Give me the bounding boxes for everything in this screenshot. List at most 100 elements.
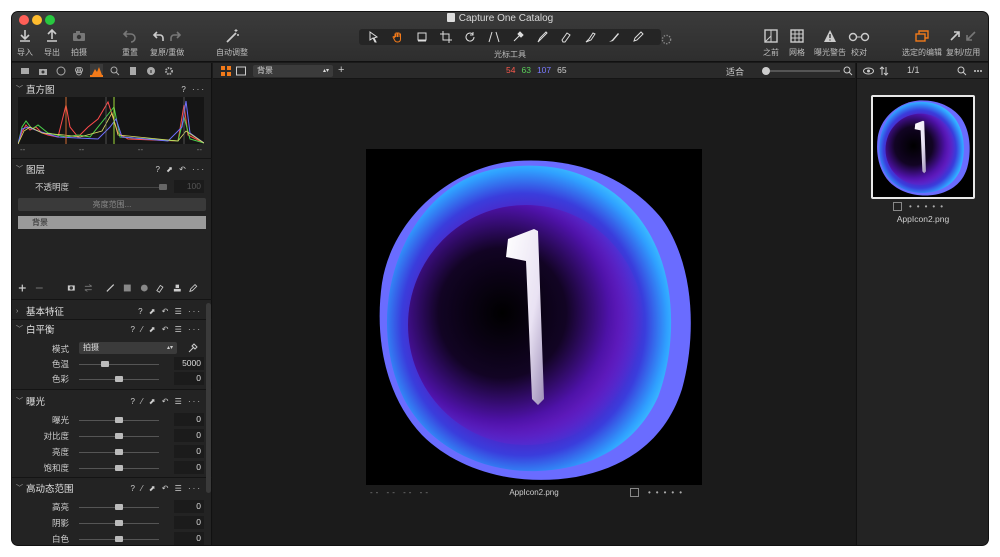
basic-section-header[interactable]: › 基本特征 ? ⬈ ↶ ☰ ···	[12, 303, 212, 319]
kelvin-slider-knob[interactable]	[101, 361, 109, 367]
layer-item-background[interactable]: 背景	[18, 216, 206, 229]
white-slider-knob[interactable]	[115, 536, 123, 542]
viewer-image[interactable]	[366, 149, 702, 485]
contrast-slider-knob[interactable]	[115, 433, 123, 439]
contrast-value[interactable]: 0	[174, 429, 204, 442]
tab-adjustments[interactable]	[126, 64, 139, 77]
opacity-slider-knob[interactable]	[159, 184, 167, 190]
exposure-slider-knob[interactable]	[115, 417, 123, 423]
brightness-value[interactable]: 0	[174, 445, 204, 458]
proof-button[interactable]: 校对	[848, 28, 870, 58]
zoom-fit-label[interactable]: 适合	[726, 65, 744, 78]
zoom-slider-knob[interactable]	[762, 67, 770, 75]
histogram-actions[interactable]: ? ···	[181, 85, 206, 94]
white-balance-actions[interactable]: ? ⁄ ⬈ ↶ ☰ ···	[131, 325, 202, 334]
zoom-magnifier-icon[interactable]	[843, 66, 853, 76]
single-view-icon[interactable]	[236, 66, 246, 76]
image-select-checkbox[interactable]	[630, 488, 639, 497]
layer-select[interactable]: 背景 ▴▾	[253, 65, 333, 77]
image-rating-stars[interactable]: •••••	[648, 488, 687, 497]
brush-cursor-tool[interactable]	[531, 31, 553, 43]
pen-icon[interactable]	[189, 283, 198, 293]
shadow-value[interactable]: 0	[174, 516, 204, 529]
tint-value[interactable]: 0	[174, 372, 204, 385]
auto-adjust-button[interactable]: 自动调整	[216, 28, 248, 58]
zoom-slider[interactable]	[762, 70, 840, 72]
exposure-section-header[interactable]: ﹀ 曝光 ? ⁄ ⬈ ↶ ☰ ···	[12, 393, 212, 409]
tab-capture[interactable]	[36, 64, 49, 77]
remove-layer-icon[interactable]	[35, 283, 44, 293]
white-value[interactable]: 0	[174, 532, 204, 545]
tab-details[interactable]	[108, 64, 121, 77]
erase-cursor-tool[interactable]	[555, 31, 577, 43]
shadow-slider-knob[interactable]	[115, 520, 123, 526]
tools-scrollbar[interactable]	[206, 303, 211, 493]
export-button[interactable]: 导出	[44, 28, 60, 58]
opacity-value[interactable]: 100	[174, 180, 204, 193]
eye-icon[interactable]	[863, 66, 874, 76]
wb-picker-icon[interactable]	[188, 343, 198, 353]
capture-button[interactable]: 拍摄	[71, 28, 87, 58]
wb-mode-select[interactable]: 拍摄 ▴▾	[79, 342, 177, 354]
before-button[interactable]: 之前	[763, 28, 779, 58]
thumbnail-select-checkbox[interactable]	[893, 202, 902, 211]
opacity-slider[interactable]	[79, 187, 159, 188]
add-icon[interactable]: +	[338, 64, 344, 76]
search-icon[interactable]	[957, 66, 967, 76]
annotate-cursor-tool[interactable]	[627, 31, 649, 43]
grid-button[interactable]: 网格	[789, 28, 805, 58]
undo-redo-button[interactable]: 复原/重做	[150, 28, 184, 58]
hdr-actions[interactable]: ? ⁄ ⬈ ↶ ☰ ···	[131, 484, 202, 493]
sort-icon[interactable]	[879, 66, 889, 76]
import-button[interactable]: 导入	[17, 28, 33, 58]
exposure-warning-button[interactable]: 曝光警告	[814, 28, 846, 58]
copy-apply-button[interactable]: 复制/应用	[946, 28, 980, 58]
gradient-icon[interactable]	[123, 283, 132, 293]
exposure-actions[interactable]: ? ⁄ ⬈ ↶ ☰ ···	[131, 397, 202, 406]
layers-actions[interactable]: ? ⬈ ↶ ···	[155, 165, 206, 174]
brightness-slider-knob[interactable]	[115, 449, 123, 455]
highlight-value[interactable]: 0	[174, 500, 204, 513]
mask-brush-icon[interactable]	[106, 283, 115, 293]
crop-cursor-tool[interactable]	[435, 31, 457, 43]
mask-icon[interactable]	[67, 283, 76, 293]
radial-icon[interactable]	[140, 283, 149, 293]
saturation-slider-knob[interactable]	[115, 465, 123, 471]
reset-button[interactable]: 重置	[122, 28, 138, 58]
clone-cursor-tool[interactable]	[603, 31, 625, 43]
browser-thumbnail[interactable]	[871, 95, 975, 199]
heal-cursor-tool[interactable]	[579, 31, 601, 43]
tab-color[interactable]	[72, 64, 85, 77]
tab-settings[interactable]	[162, 64, 175, 77]
exposure-value[interactable]: 0	[174, 413, 204, 426]
saturation-value[interactable]: 0	[174, 461, 204, 474]
tab-library[interactable]	[18, 64, 31, 77]
basic-actions[interactable]: ? ⬈ ↶ ☰ ···	[138, 307, 202, 316]
highlight-slider-knob[interactable]	[115, 504, 123, 510]
add-layer-icon[interactable]	[18, 283, 27, 293]
select-cursor-tool[interactable]	[363, 31, 385, 43]
tab-lens[interactable]	[54, 64, 67, 77]
luma-range-button[interactable]: 亮度范围...	[18, 198, 206, 211]
eraser-icon[interactable]	[156, 283, 165, 293]
stamp-icon[interactable]	[173, 283, 182, 293]
pick-color-cursor-tool[interactable]	[507, 31, 529, 43]
kelvin-slider[interactable]	[79, 364, 159, 365]
rotate-cursor-tool[interactable]	[459, 31, 481, 43]
hdr-section-header[interactable]: ﹀ 高动态范围 ? ⁄ ⬈ ↶ ☰ ···	[12, 480, 212, 496]
white-balance-section-header[interactable]: ﹀ 白平衡 ? ⁄ ⬈ ↶ ☰ ···	[12, 321, 212, 337]
loupe-cursor-tool[interactable]	[411, 31, 433, 43]
more-icon[interactable]	[973, 66, 983, 76]
layers-section-header[interactable]: ﹀ 图层 ? ⬈ ↶ ···	[12, 161, 212, 177]
thumbnail-rating-stars[interactable]: •••••	[909, 202, 948, 211]
swap-icon[interactable]	[84, 283, 93, 293]
tab-exposure[interactable]	[90, 64, 103, 77]
selected-edit-button[interactable]: 选定的编辑	[902, 28, 942, 58]
tint-slider-knob[interactable]	[115, 376, 123, 382]
pan-cursor-tool[interactable]	[387, 31, 409, 43]
tab-metadata[interactable]	[144, 64, 157, 77]
histogram-section-header[interactable]: ﹀ 直方图 ? ···	[12, 81, 212, 97]
keystone-cursor-tool[interactable]	[483, 31, 505, 43]
multi-view-icon[interactable]	[221, 66, 231, 76]
kelvin-value[interactable]: 5000	[174, 357, 204, 370]
